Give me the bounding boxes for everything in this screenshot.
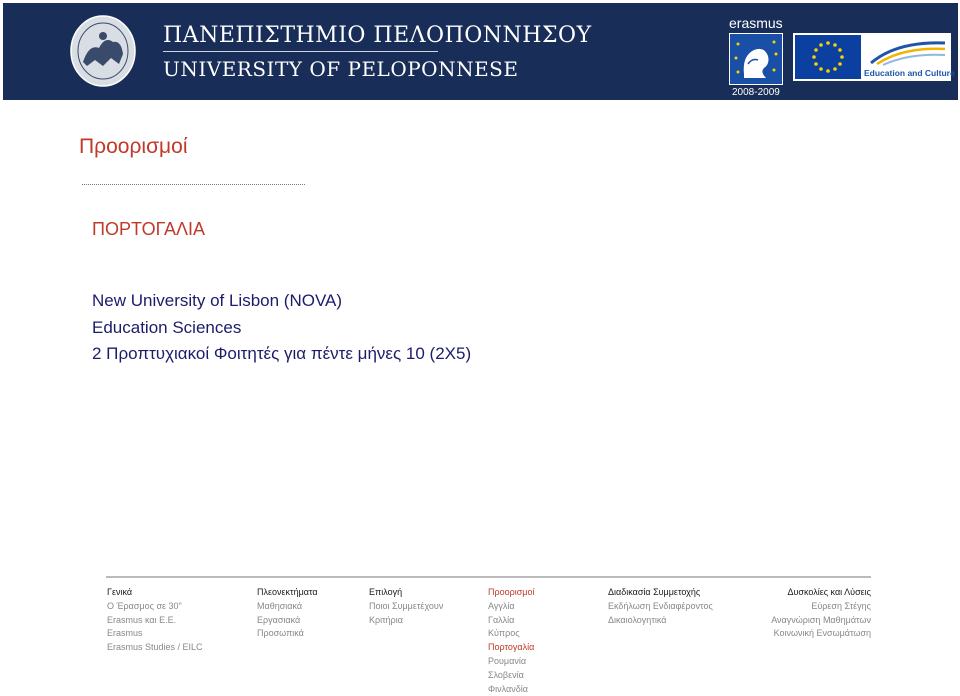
footer-column-difficulties: Δυσκολίες και Λύσεις Εύρεση Στέγης Αναγν… (771, 586, 871, 641)
education-culture-swoosh-icon (870, 41, 946, 66)
footer-link[interactable]: Μαθησιακά (257, 600, 318, 614)
footer-heading-selection[interactable]: Επιλογή (369, 586, 443, 600)
destination-info: New University of Lisbon (NOVA) Educatio… (92, 288, 471, 368)
university-name: New University of Lisbon (NOVA) (92, 291, 343, 310)
footer-link[interactable]: Εκδήλωση Ενδιαφέροντος (608, 600, 713, 614)
footer-column-advantages: Πλεονεκτήματα Μαθησιακά Εργασιακά Προσωπ… (257, 586, 318, 641)
title-divider (163, 51, 438, 52)
footer-link[interactable]: Εύρεση Στέγης (771, 600, 871, 614)
page-title: Προορισμοί (79, 135, 188, 158)
footer-link[interactable]: Ποιοι Συμμετέχουν (369, 600, 443, 614)
eu-flag-icon (795, 35, 861, 79)
footer-link[interactable]: Αναγνώριση Μαθημάτων (771, 614, 871, 628)
erasmus-logo (729, 33, 783, 85)
footer-divider (106, 576, 871, 578)
dotted-divider (82, 184, 305, 185)
footer-heading-difficulties[interactable]: Δυσκολίες και Λύσεις (771, 586, 872, 600)
footer-link[interactable]: Ο Έρασμος σε 30" (107, 600, 203, 614)
erasmus-label: erasmus (729, 15, 783, 31)
country-heading: ΠΟΡΤΟΓΑΛΙΑ (92, 219, 205, 239)
eu-caption: Education and Culture (864, 68, 955, 78)
footer-column-selection: Επιλογή Ποιοι Συμμετέχουν Κριτήρια (369, 586, 443, 627)
footer-heading-destinations[interactable]: Προορισμοί (488, 586, 535, 600)
field-of-study: Education Sciences (92, 317, 242, 337)
erasmus-portrait-icon (734, 40, 778, 78)
footer-link[interactable]: Σλοβενία (488, 669, 535, 683)
footer-column-procedure: Διαδικασία Συμμετοχής Εκδήλωση Ενδιαφέρο… (608, 586, 713, 627)
footer-link[interactable]: Ρουμανία (488, 655, 535, 669)
footer-link[interactable]: Erasmus (107, 627, 203, 641)
footer-link[interactable]: Erasmus και Ε.Ε. (107, 614, 203, 628)
university-title-greek: ΠΑΝΕΠΙΣΤΗΜΙΟ ΠΕΛΟΠΟΝΝΗΣΟΥ (163, 23, 592, 48)
footer-column-general: Γενικά Ο Έρασμος σε 30" Erasmus και Ε.Ε.… (107, 586, 203, 655)
footer-link[interactable]: Erasmus Studies / EILC (107, 641, 203, 655)
footer-heading-procedure[interactable]: Διαδικασία Συμμετοχής (608, 586, 713, 600)
university-title-english: UNIVERSITY OF PELOPONNESE (163, 57, 519, 81)
footer-column-destinations: Προορισμοί Αγγλία Γαλλία Κύπρος Πορτογαλ… (488, 586, 535, 696)
footer-link[interactable]: Προσωπικά (257, 627, 318, 641)
footer-link[interactable]: Κύπρος (488, 627, 535, 641)
site-header: ΠΑΝΕΠΙΣΤΗΜΙΟ ΠΕΛΟΠΟΝΝΗΣΟΥ UNIVERSITY OF … (3, 3, 958, 100)
footer-heading-general[interactable]: Γενικά (107, 586, 203, 600)
footer-link[interactable]: Γαλλία (488, 614, 535, 628)
student-quota: 2 Προπτυχιακοί Φοιτητές για πέντε μήνες … (92, 344, 472, 363)
erasmus-years: 2008-2009 (732, 87, 780, 98)
footer-link[interactable]: Κριτήρια (369, 614, 443, 628)
footer-link[interactable]: Εργασιακά (257, 614, 318, 628)
eu-education-culture-logo: Education and Culture (793, 33, 955, 81)
footer-link[interactable]: Κοινωνική Ενσωμάτωση (771, 627, 871, 641)
footer-link[interactable]: Αγγλία (488, 600, 535, 614)
footer-link-active[interactable]: Πορτογαλία (488, 641, 535, 655)
university-seal-logo (70, 15, 136, 87)
footer-link[interactable]: Δικαιολογητικά (608, 614, 713, 628)
footer-heading-advantages[interactable]: Πλεονεκτήματα (257, 586, 318, 600)
